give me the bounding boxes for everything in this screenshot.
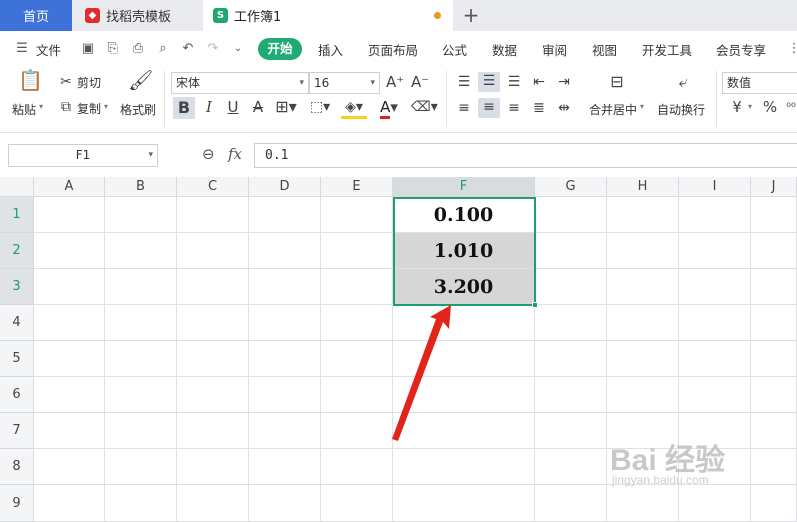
scissors-icon[interactable]: ✂ xyxy=(57,73,75,91)
indent-increase-icon[interactable]: ⇥ xyxy=(555,73,573,91)
thousands-icon[interactable]: ⁰⁰ xyxy=(784,98,797,116)
align-middle-icon[interactable]: ☰ xyxy=(478,72,500,92)
more-icon[interactable]: ⋮ xyxy=(786,41,797,57)
align-right-icon[interactable]: ≡ xyxy=(505,99,523,117)
currency-button[interactable]: ¥ xyxy=(728,98,746,116)
percent-button[interactable]: % xyxy=(761,98,779,116)
menu-insert[interactable]: 插入 xyxy=(318,40,343,59)
merge-caret-icon[interactable]: ▾ xyxy=(640,102,644,111)
cut-button[interactable]: 剪切 xyxy=(77,74,101,91)
align-left-icon[interactable]: ≡ xyxy=(455,99,473,117)
underline-button[interactable]: U xyxy=(224,98,242,116)
export-icon[interactable]: ⎘ xyxy=(105,41,121,57)
bold-button[interactable]: B xyxy=(173,97,195,119)
chevron-down-icon: ▾ xyxy=(370,78,375,88)
italic-button[interactable]: I xyxy=(200,98,218,116)
unsaved-dot-icon xyxy=(434,12,441,19)
increase-font-icon[interactable]: A⁺ xyxy=(386,73,404,91)
cell-style-icon[interactable]: ⬚▾ xyxy=(308,98,332,116)
currency-caret-icon[interactable]: ▾ xyxy=(748,102,752,111)
formula-input[interactable]: 0.1 xyxy=(254,143,797,168)
clear-format-icon[interactable]: ⌫▾ xyxy=(411,98,438,116)
align-center-icon[interactable]: ≡ xyxy=(478,98,500,118)
distribute-icon[interactable]: ⇹ xyxy=(555,99,573,117)
tab-home-label: 首页 xyxy=(22,10,49,25)
decrease-font-icon[interactable]: A⁻ xyxy=(411,73,429,91)
hamburger-icon[interactable]: ☰ xyxy=(14,41,30,57)
borders-icon[interactable]: ⊞▾ xyxy=(274,98,298,116)
spreadsheet-grid: ABCDEFGHIJ 123456789 0.100 1.010 3.200 Bai… xyxy=(0,177,797,522)
zoom-search-icon[interactable]: ⊖ xyxy=(202,145,215,163)
font-size-select[interactable]: 16 ▾ xyxy=(309,72,380,94)
insert-function-button[interactable]: fx xyxy=(228,145,242,163)
wrap-text-button[interactable]: 自动换行 xyxy=(657,101,705,118)
menu-review[interactable]: 审阅 xyxy=(542,40,567,59)
spreadsheet-logo-icon: S xyxy=(213,8,228,23)
divider xyxy=(164,71,165,127)
format-painter-icon[interactable]: 🖌 xyxy=(128,70,153,90)
menu-formulas[interactable]: 公式 xyxy=(442,40,467,59)
tab-workbook[interactable]: S 工作簿1 xyxy=(203,0,453,31)
ribbon: 📋 粘贴 ▾ ✂ 剪切 ⧉ 复制 ▾ 🖌 格式刷 宋体 ▾ 16 ▾ A⁺ A⁻… xyxy=(0,67,797,133)
tab-bar: 首页 ◆ 找稻壳模板 S 工作簿1 + xyxy=(0,0,797,31)
align-top-icon[interactable]: ☰ xyxy=(455,73,473,91)
customize-dropdown-icon[interactable]: ⌄ xyxy=(230,41,246,57)
print-icon[interactable]: ⎙ xyxy=(130,41,146,57)
save-icon[interactable]: ▣ xyxy=(80,41,96,57)
menu-member[interactable]: 会员专享 xyxy=(716,40,766,59)
merge-center-icon[interactable]: ⊟ xyxy=(604,73,630,91)
watermark-url: jingyan.baidu.com xyxy=(612,473,709,487)
red-arrow-shape xyxy=(392,305,451,441)
number-format-value: 数值 xyxy=(727,76,752,90)
copy-caret-icon[interactable]: ▾ xyxy=(104,102,108,111)
menu-page-layout[interactable]: 页面布局 xyxy=(368,40,418,59)
menu-start[interactable]: 开始 xyxy=(258,38,302,60)
preview-icon[interactable]: ⌕ xyxy=(155,41,171,57)
tab-template[interactable]: ◆ 找稻壳模板 xyxy=(73,0,201,31)
fill-color-icon[interactable]: ◈▾ xyxy=(341,98,367,119)
paste-caret-icon[interactable]: ▾ xyxy=(39,102,43,111)
font-name-value: 宋体 xyxy=(176,76,201,90)
number-format-select[interactable]: 数值 xyxy=(722,72,797,94)
menu-bar: ☰ 文件 ▣ ⎘ ⎙ ⌕ ↶ ↷ ⌄ 开始 插入 页面布局 公式 数据 审阅 视… xyxy=(0,31,797,67)
font-color-icon[interactable]: A▾ xyxy=(377,98,401,119)
divider xyxy=(446,71,447,127)
menu-file[interactable]: 文件 xyxy=(36,40,61,59)
format-painter-button[interactable]: 格式刷 xyxy=(120,101,156,118)
copy-icon[interactable]: ⧉ xyxy=(57,98,75,116)
paste-button[interactable]: 粘贴 xyxy=(12,101,36,118)
font-name-select[interactable]: 宋体 ▾ xyxy=(171,72,309,94)
strikethrough-button[interactable]: A xyxy=(249,98,267,116)
undo-icon[interactable]: ↶ xyxy=(180,41,196,57)
copy-button[interactable]: 复制 xyxy=(77,100,101,117)
formula-bar: F1 ▾ ⊖ fx 0.1 xyxy=(0,133,797,177)
menu-data[interactable]: 数据 xyxy=(492,40,517,59)
name-box[interactable]: F1 ▾ xyxy=(8,144,158,167)
chevron-down-icon: ▾ xyxy=(299,78,304,88)
new-tab-button[interactable]: + xyxy=(458,3,484,27)
merge-center-button[interactable]: 合并居中 xyxy=(589,101,637,118)
tab-template-label: 找稻壳模板 xyxy=(106,10,172,25)
chevron-down-icon: ▾ xyxy=(148,150,153,160)
divider xyxy=(716,71,717,127)
paste-icon[interactable]: 📋 xyxy=(18,70,43,95)
tab-home[interactable]: 首页 xyxy=(0,0,72,31)
justify-icon[interactable]: ≣ xyxy=(530,99,548,117)
menu-view[interactable]: 视图 xyxy=(592,40,617,59)
font-size-value: 16 xyxy=(314,76,330,90)
indent-decrease-icon[interactable]: ⇤ xyxy=(530,73,548,91)
redo-icon[interactable]: ↷ xyxy=(205,41,221,57)
wrap-text-icon[interactable]: ⤶ xyxy=(670,73,696,91)
menu-developer[interactable]: 开发工具 xyxy=(642,40,692,59)
tab-workbook-label: 工作簿1 xyxy=(234,10,282,25)
docer-logo-icon: ◆ xyxy=(85,8,100,23)
align-bottom-icon[interactable]: ☰ xyxy=(505,73,523,91)
name-box-value: F1 xyxy=(75,148,91,162)
